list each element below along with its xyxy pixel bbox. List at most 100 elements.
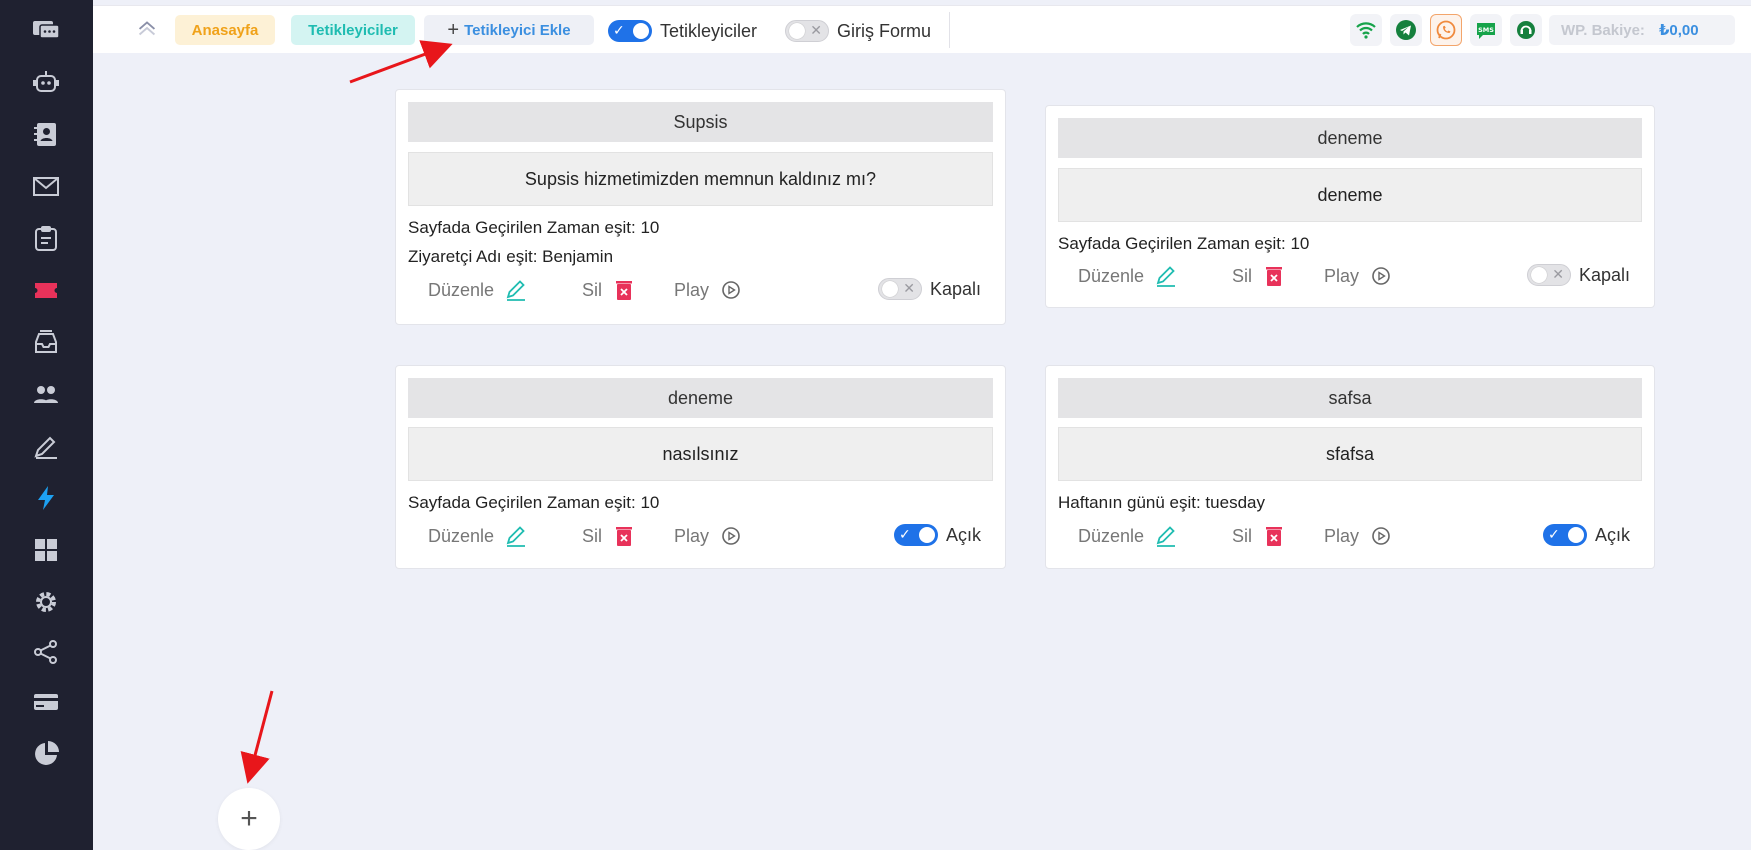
delete-label: Sil [1232, 265, 1253, 286]
collapse-chevron-up-icon[interactable] [133, 14, 161, 42]
support-agent-icon[interactable] [1510, 14, 1542, 46]
trigger-status-toggle[interactable]: ✓ Açık [893, 524, 981, 546]
toolbar-divider [949, 12, 950, 48]
x-icon: ✕ [810, 22, 822, 38]
settings-icon[interactable] [28, 584, 64, 620]
pie-chart-icon[interactable] [28, 736, 64, 772]
pen-icon[interactable] [28, 428, 64, 464]
status-switch[interactable]: ✓ [893, 524, 938, 546]
pencil-icon [506, 280, 526, 301]
trigger-title: deneme [1058, 118, 1642, 158]
mail-icon[interactable] [28, 168, 64, 204]
trigger-card: Supsis Supsis hizmetimizden memnun kaldı… [395, 89, 1006, 325]
trigger-condition: Haftanın günü eşit: tuesday [1058, 493, 1265, 512]
telegram-icon[interactable] [1390, 14, 1422, 46]
delete-button[interactable]: Sil [582, 524, 674, 548]
pencil-icon [506, 526, 526, 547]
status-label: Kapalı [929, 278, 981, 299]
wp-balance: WP. Bakiye: ₺0,00 [1549, 15, 1735, 45]
check-icon: ✓ [898, 526, 911, 542]
whatsapp-icon[interactable] [1430, 14, 1462, 46]
play-label: Play [1324, 265, 1360, 286]
floating-add-button[interactable]: + [218, 788, 280, 850]
add-trigger-button[interactable]: + Tetikleyici Ekle [424, 15, 594, 45]
play-circle-icon [1372, 527, 1390, 545]
triggers-breadcrumb-button[interactable]: Tetikleyiciler [291, 15, 415, 45]
status-switch[interactable]: ✓ [1542, 524, 1587, 546]
home-breadcrumb-button[interactable]: Anasayfa [175, 15, 275, 45]
check-icon: ✓ [1547, 526, 1560, 542]
trash-icon [616, 527, 633, 546]
trigger-actions: Düzenle Sil Play [428, 278, 743, 302]
play-label: Play [674, 279, 710, 300]
x-icon: ✕ [1552, 266, 1564, 282]
dashboard-icon[interactable] [28, 532, 64, 568]
play-label: Play [1324, 525, 1360, 546]
trash-icon [1266, 267, 1283, 286]
x-icon: ✕ [903, 280, 915, 296]
delete-button[interactable]: Sil [1232, 264, 1324, 288]
trigger-condition: Ziyaretçi Adı eşit: Benjamin [408, 247, 614, 266]
ticket-icon[interactable] [28, 272, 64, 308]
pencil-icon [1156, 266, 1176, 287]
chat-icon[interactable] [28, 12, 64, 48]
trigger-actions: Düzenle Sil Play [1078, 524, 1393, 548]
edit-label: Düzenle [1078, 265, 1145, 286]
trigger-condition: Sayfada Geçirilen Zaman eşit: 10 [408, 493, 660, 512]
trash-icon [616, 281, 633, 300]
delete-button[interactable]: Sil [1232, 524, 1324, 548]
pencil-icon [1156, 526, 1176, 547]
trigger-message: deneme [1058, 168, 1642, 222]
sms-icon[interactable]: SMS [1470, 14, 1502, 46]
status-label: Açık [1594, 524, 1630, 545]
wp-balance-label: WP. Bakiye: [1561, 21, 1645, 39]
sms-icon-label: SMS [1478, 26, 1494, 34]
play-circle-icon [722, 527, 740, 545]
trigger-title: deneme [408, 378, 993, 418]
clipboard-icon[interactable] [28, 220, 64, 256]
edit-button[interactable]: Düzenle [1078, 264, 1232, 288]
edit-label: Düzenle [1078, 525, 1145, 546]
trigger-status-toggle[interactable]: ✓ Açık [1542, 524, 1630, 546]
delete-label: Sil [582, 279, 603, 300]
inbox-icon[interactable] [28, 324, 64, 360]
payment-icon[interactable] [28, 684, 64, 720]
trigger-title: safsa [1058, 378, 1642, 418]
users-icon[interactable] [28, 376, 64, 412]
trigger-message: sfafsa [1058, 427, 1642, 481]
bot-icon[interactable] [28, 64, 64, 100]
edit-label: Düzenle [428, 279, 495, 300]
delete-button[interactable]: Sil [582, 278, 674, 302]
trigger-actions: Düzenle Sil Play [428, 524, 743, 548]
trigger-status-toggle[interactable]: ✕ Kapalı [1526, 264, 1630, 286]
trigger-message: Supsis hizmetimizden memnun kaldınız mı? [408, 152, 993, 206]
status-switch[interactable]: ✕ [1526, 264, 1571, 286]
trigger-actions: Düzenle Sil Play [1078, 264, 1393, 288]
lightning-icon[interactable] [28, 480, 64, 516]
edit-button[interactable]: Düzenle [1078, 524, 1232, 548]
delete-label: Sil [582, 525, 603, 546]
sidebar [0, 0, 93, 850]
trigger-card: deneme deneme Sayfada Geçirilen Zaman eş… [1045, 105, 1655, 308]
triggers-toggle[interactable]: ✓ Tetikleyiciler [608, 20, 757, 42]
annotation-arrow-fab [240, 690, 274, 784]
play-button[interactable]: Play [674, 278, 743, 302]
triggers-switch[interactable]: ✓ [608, 20, 652, 42]
play-button[interactable]: Play [1324, 524, 1393, 548]
play-button[interactable]: Play [1324, 264, 1393, 288]
contacts-icon[interactable] [28, 116, 64, 152]
trigger-status-toggle[interactable]: ✕ Kapalı [877, 278, 981, 300]
trigger-message: nasılsınız [408, 427, 993, 481]
edit-label: Düzenle [428, 525, 495, 546]
trigger-card: safsa sfafsa Haftanın günü eşit: tuesday… [1045, 365, 1655, 569]
wifi-icon[interactable] [1350, 14, 1382, 46]
login-form-switch[interactable]: ✕ [785, 20, 829, 42]
trash-icon [1266, 527, 1283, 546]
edit-button[interactable]: Düzenle [428, 278, 582, 302]
login-form-toggle[interactable]: ✕ Giriş Formu [785, 20, 931, 42]
share-icon[interactable] [28, 634, 64, 670]
status-label: Açık [945, 524, 981, 545]
edit-button[interactable]: Düzenle [428, 524, 582, 548]
play-button[interactable]: Play [674, 524, 743, 548]
status-switch[interactable]: ✕ [877, 278, 922, 300]
